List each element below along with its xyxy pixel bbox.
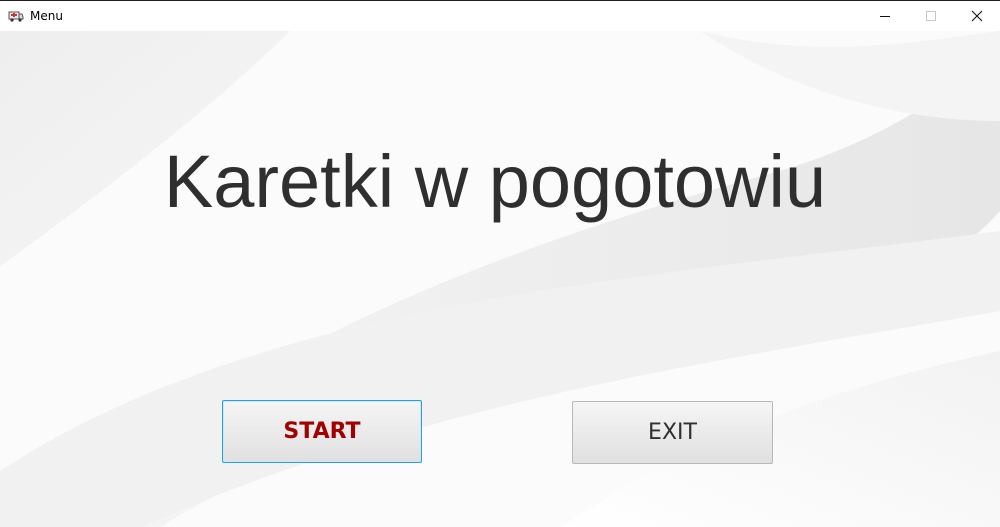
maximize-icon bbox=[926, 11, 936, 21]
exit-button-label: EXIT bbox=[648, 420, 697, 445]
close-button[interactable] bbox=[954, 1, 1000, 31]
caption-buttons bbox=[862, 1, 1000, 31]
close-icon bbox=[971, 10, 983, 22]
minimize-button[interactable] bbox=[862, 1, 908, 31]
page-title: Karetki w pogotowiu bbox=[163, 140, 827, 223]
title-bar[interactable]: Menu bbox=[0, 1, 1000, 31]
main-content: Karetki w pogotowiu START EXIT bbox=[0, 1, 1000, 527]
background-waves bbox=[0, 1, 1000, 527]
minimize-icon bbox=[880, 16, 890, 17]
ambulance-icon bbox=[8, 8, 24, 24]
maximize-button[interactable] bbox=[908, 1, 954, 31]
start-button-label: START bbox=[283, 419, 361, 444]
window-title: Menu bbox=[30, 9, 63, 23]
exit-button[interactable]: EXIT bbox=[572, 401, 773, 464]
app-window: Karetki w pogotowiu START EXIT Menu bbox=[0, 0, 1000, 527]
start-button[interactable]: START bbox=[222, 400, 422, 463]
